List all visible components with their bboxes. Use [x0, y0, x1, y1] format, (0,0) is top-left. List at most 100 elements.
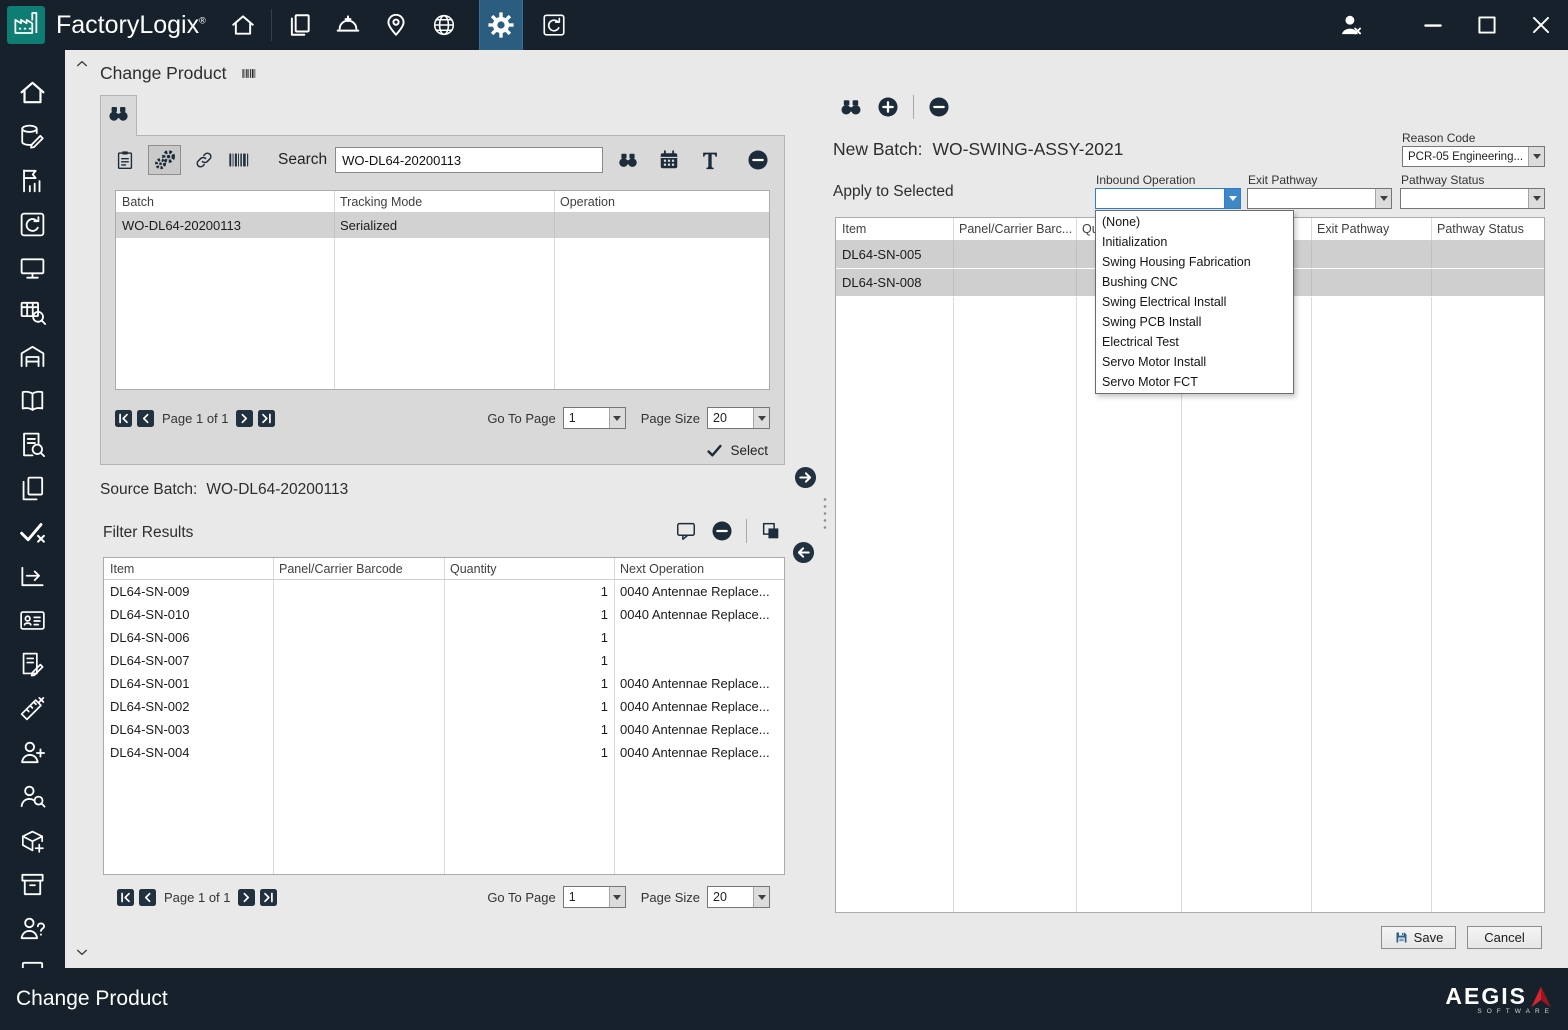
sidebar-item-person-add[interactable] — [18, 738, 48, 768]
last-page-button[interactable] — [257, 409, 275, 427]
nav-production-icon[interactable] — [333, 10, 363, 40]
save-button[interactable]: Save — [1381, 926, 1456, 949]
nav-settings-tile[interactable] — [478, 0, 523, 50]
column-header[interactable]: Next Operation — [614, 558, 784, 579]
close-button[interactable] — [1526, 10, 1556, 40]
last-page-button[interactable] — [259, 888, 277, 906]
dropdown-option[interactable]: Bushing CNC — [1096, 272, 1293, 292]
table-row[interactable]: DL64-SN-001 1 0040 Antennae Replace... — [104, 672, 784, 695]
next-page-button[interactable] — [235, 409, 253, 427]
page-size-select[interactable]: 20 — [707, 407, 770, 429]
column-header[interactable]: Panel/Carrier Barcode — [273, 558, 444, 579]
move-left-button[interactable] — [792, 541, 815, 564]
table-row[interactable]: DL64-SN-010 1 0040 Antennae Replace... — [104, 603, 784, 626]
pathway-status-select[interactable] — [1400, 188, 1545, 209]
column-header[interactable]: Batch — [116, 191, 334, 212]
sidebar-item-warehouse[interactable] — [18, 342, 48, 372]
column-header[interactable]: Panel/Carrier Barc... — [953, 218, 1076, 240]
previous-page-button[interactable] — [137, 409, 154, 427]
first-page-button[interactable] — [115, 409, 132, 427]
sidebar-item-history[interactable] — [18, 210, 48, 240]
minimize-button[interactable] — [1418, 10, 1448, 40]
next-page-button[interactable] — [237, 888, 255, 906]
table-row[interactable]: DL64-SN-002 1 0040 Antennae Replace... — [104, 695, 784, 718]
add-icon[interactable] — [876, 95, 900, 119]
dropdown-option[interactable]: Initialization — [1096, 232, 1293, 252]
dropdown-option[interactable]: Swing Electrical Install — [1096, 292, 1293, 312]
splitter-handle[interactable] — [822, 496, 828, 532]
sidebar-item-person-question[interactable] — [18, 914, 48, 944]
table-row[interactable]: WO-DL64-20200113 Serialized — [116, 213, 769, 238]
dropdown-option[interactable]: Electrical Test — [1096, 332, 1293, 352]
remove-icon[interactable] — [746, 148, 770, 172]
sidebar-item-id-card[interactable] — [18, 606, 48, 636]
scroll-down-button[interactable] — [74, 944, 90, 960]
page-size-select[interactable]: 20 — [707, 886, 770, 908]
sidebar-item-ruler[interactable] — [18, 694, 48, 724]
calendar-icon[interactable] — [657, 148, 681, 172]
search-input[interactable] — [335, 147, 604, 173]
exit-pathway-select[interactable] — [1247, 188, 1392, 209]
sidebar-item-document-edit[interactable] — [18, 650, 48, 680]
sidebar-item-copy-files[interactable] — [18, 474, 48, 504]
remove-icon[interactable] — [927, 95, 951, 119]
select-all-icon[interactable] — [759, 519, 783, 543]
sidebar-item-book[interactable] — [18, 386, 48, 416]
select-action[interactable]: Select — [706, 442, 768, 459]
first-page-button[interactable] — [117, 888, 134, 906]
sidebar-item-database-edit[interactable] — [18, 122, 48, 152]
column-header[interactable]: Item — [104, 558, 273, 579]
reason-code-select[interactable]: PCR-05 Engineering... — [1402, 146, 1545, 167]
previous-page-button[interactable] — [139, 888, 156, 906]
column-header[interactable]: Pathway Status — [1431, 218, 1544, 240]
sidebar-item-home[interactable] — [18, 78, 48, 108]
goto-page-select[interactable]: 1 — [562, 886, 626, 908]
dropdown-option[interactable]: Servo Motor FCT — [1096, 372, 1293, 392]
sidebar-item-box-add[interactable] — [18, 826, 48, 856]
sidebar-item-document-archive[interactable] — [18, 870, 48, 900]
table-row[interactable]: DL64-SN-006 1 — [104, 626, 784, 649]
nav-globe-icon[interactable] — [429, 10, 459, 40]
column-header[interactable]: Quantity — [444, 558, 614, 579]
sidebar-item-document-search[interactable] — [18, 430, 48, 460]
logout-user-icon[interactable] — [1336, 10, 1366, 40]
dropdown-option[interactable]: Swing PCB Install — [1096, 312, 1293, 332]
dropdown-option[interactable]: Swing Housing Fabrication — [1096, 252, 1293, 272]
table-row[interactable]: DL64-SN-007 1 — [104, 649, 784, 672]
dropdown-option[interactable]: Servo Motor Install — [1096, 352, 1293, 372]
sidebar-item-chart-flag[interactable] — [18, 166, 48, 196]
remove-filter-icon[interactable] — [710, 519, 734, 543]
column-header[interactable]: Exit Pathway — [1311, 218, 1431, 240]
move-right-button[interactable] — [794, 466, 817, 489]
maximize-button[interactable] — [1472, 10, 1502, 40]
nav-history-icon[interactable] — [539, 10, 569, 40]
nav-location-icon[interactable] — [381, 10, 411, 40]
sidebar-item-person-search[interactable] — [18, 782, 48, 812]
clipboard-icon[interactable] — [113, 148, 137, 172]
tab-search[interactable] — [100, 95, 137, 136]
sidebar-item-monitor[interactable] — [18, 254, 48, 284]
text-filter-icon[interactable] — [698, 148, 722, 172]
cancel-button[interactable]: Cancel — [1467, 926, 1542, 949]
goto-page-select[interactable]: 1 — [562, 407, 626, 429]
find-icon[interactable] — [839, 95, 863, 119]
link-icon[interactable] — [192, 148, 216, 172]
sidebar-item-table-search[interactable] — [18, 298, 48, 328]
nav-documents-icon[interactable] — [285, 10, 315, 40]
column-header[interactable]: Item — [836, 218, 953, 240]
find-icon[interactable] — [616, 148, 640, 172]
table-row[interactable]: DL64-SN-009 1 0040 Antennae Replace... — [104, 580, 784, 603]
sidebar-item-arrow-box[interactable] — [18, 562, 48, 592]
table-row[interactable]: DL64-SN-004 1 0040 Antennae Replace... — [104, 741, 784, 764]
sidebar-item-document-box[interactable] — [18, 958, 48, 968]
dropdown-option[interactable]: (None) — [1096, 212, 1293, 232]
inbound-operation-select[interactable] — [1095, 188, 1241, 209]
scroll-up-button[interactable] — [74, 56, 90, 72]
barcode-scan-icon[interactable] — [227, 148, 251, 172]
column-header[interactable]: Tracking Mode — [334, 191, 554, 212]
table-row[interactable]: DL64-SN-003 1 0040 Antennae Replace... — [104, 718, 784, 741]
column-header[interactable]: Operation — [554, 191, 769, 212]
gears-button[interactable] — [148, 145, 181, 175]
sidebar-item-check-x[interactable] — [18, 518, 48, 548]
nav-home-icon[interactable] — [228, 10, 258, 40]
